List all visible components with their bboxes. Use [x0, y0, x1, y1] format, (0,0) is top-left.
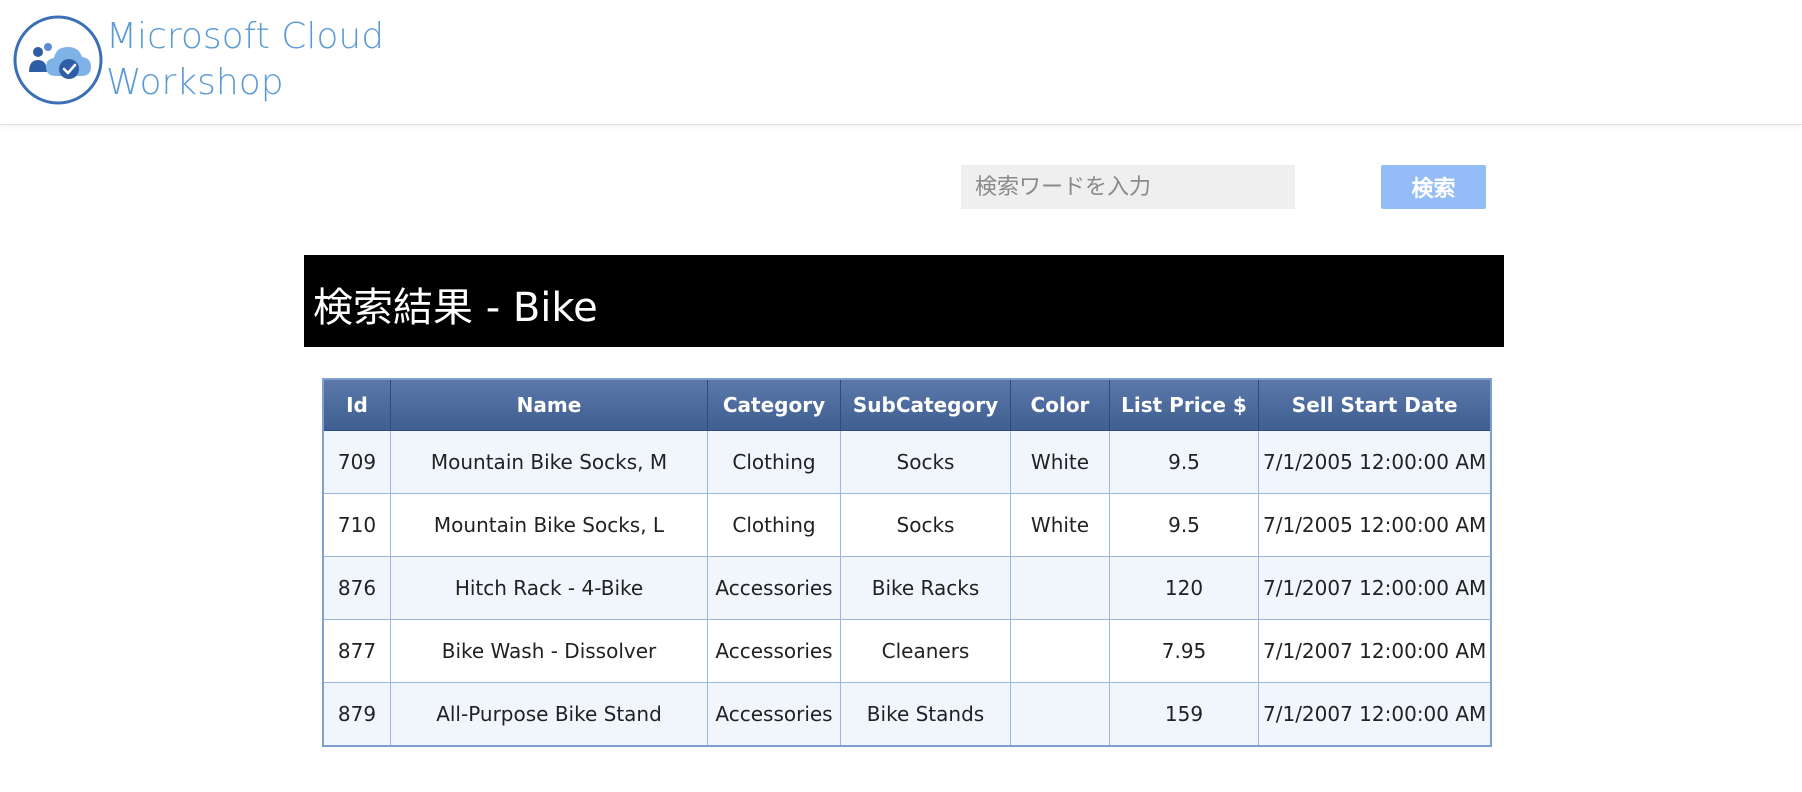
results-table: Id Name Category SubCategory Color List … — [322, 378, 1493, 747]
cell-color — [1010, 682, 1110, 747]
table-row: 876 Hitch Rack - 4-Bike Accessories Bike… — [322, 556, 1492, 620]
cell-color — [1010, 619, 1110, 683]
cell-list-price: 9.5 — [1109, 493, 1259, 557]
cell-list-price: 120 — [1109, 556, 1259, 620]
column-header-subcategory: SubCategory — [840, 378, 1011, 431]
column-header-id: Id — [322, 378, 391, 431]
cell-sell-start-date: 7/1/2005 12:00:00 AM — [1258, 493, 1492, 557]
results-title: 検索結果 - Bike — [313, 285, 598, 331]
cell-list-price: 7.95 — [1109, 619, 1259, 683]
cell-name: Hitch Rack - 4-Bike — [390, 556, 708, 620]
cell-name: All-Purpose Bike Stand — [390, 682, 708, 747]
cloud-workshop-logo-icon[interactable] — [12, 14, 104, 106]
cell-name: Mountain Bike Socks, M — [390, 430, 708, 494]
search-button[interactable]: 検索 — [1381, 165, 1486, 209]
cell-color: White — [1010, 430, 1110, 494]
site-header: Microsoft Cloud Workshop — [0, 0, 1802, 125]
table-row: 879 All-Purpose Bike Stand Accessories B… — [322, 682, 1492, 747]
column-header-name: Name — [390, 378, 708, 431]
table-row: 710 Mountain Bike Socks, L Clothing Sock… — [322, 493, 1492, 557]
cell-subcategory: Socks — [840, 493, 1011, 557]
cell-sell-start-date: 7/1/2007 12:00:00 AM — [1258, 619, 1492, 683]
cell-category: Accessories — [707, 619, 841, 683]
results-banner: 検索結果 - Bike — [304, 255, 1504, 347]
cell-id: 876 — [322, 556, 391, 620]
search-input[interactable] — [961, 165, 1295, 209]
cell-color — [1010, 556, 1110, 620]
cell-id: 709 — [322, 430, 391, 494]
cell-id: 877 — [322, 619, 391, 683]
cell-id: 710 — [322, 493, 391, 557]
cell-color: White — [1010, 493, 1110, 557]
cell-subcategory: Cleaners — [840, 619, 1011, 683]
cell-list-price: 159 — [1109, 682, 1259, 747]
logo-line-1: Microsoft Cloud — [106, 16, 385, 57]
cell-subcategory: Socks — [840, 430, 1011, 494]
cell-list-price: 9.5 — [1109, 430, 1259, 494]
site-logo-text[interactable]: Microsoft Cloud Workshop — [106, 14, 384, 106]
column-header-category: Category — [707, 378, 841, 431]
table-header-row: Id Name Category SubCategory Color List … — [322, 378, 1492, 431]
column-header-list-price: List Price $ — [1109, 378, 1259, 431]
cell-category: Accessories — [707, 682, 841, 747]
logo-line-2: Workshop — [106, 62, 284, 103]
table-row: 709 Mountain Bike Socks, M Clothing Sock… — [322, 430, 1492, 494]
column-header-sell-start-date: Sell Start Date — [1258, 378, 1492, 431]
cell-subcategory: Bike Racks — [840, 556, 1011, 620]
cell-sell-start-date: 7/1/2007 12:00:00 AM — [1258, 682, 1492, 747]
cell-sell-start-date: 7/1/2007 12:00:00 AM — [1258, 556, 1492, 620]
cell-subcategory: Bike Stands — [840, 682, 1011, 747]
cell-category: Accessories — [707, 556, 841, 620]
column-header-color: Color — [1010, 378, 1110, 431]
cell-category: Clothing — [707, 430, 841, 494]
cell-id: 879 — [322, 682, 391, 747]
table-row: 877 Bike Wash - Dissolver Accessories Cl… — [322, 619, 1492, 683]
cell-category: Clothing — [707, 493, 841, 557]
cell-sell-start-date: 7/1/2005 12:00:00 AM — [1258, 430, 1492, 494]
cell-name: Mountain Bike Socks, L — [390, 493, 708, 557]
cell-name: Bike Wash - Dissolver — [390, 619, 708, 683]
